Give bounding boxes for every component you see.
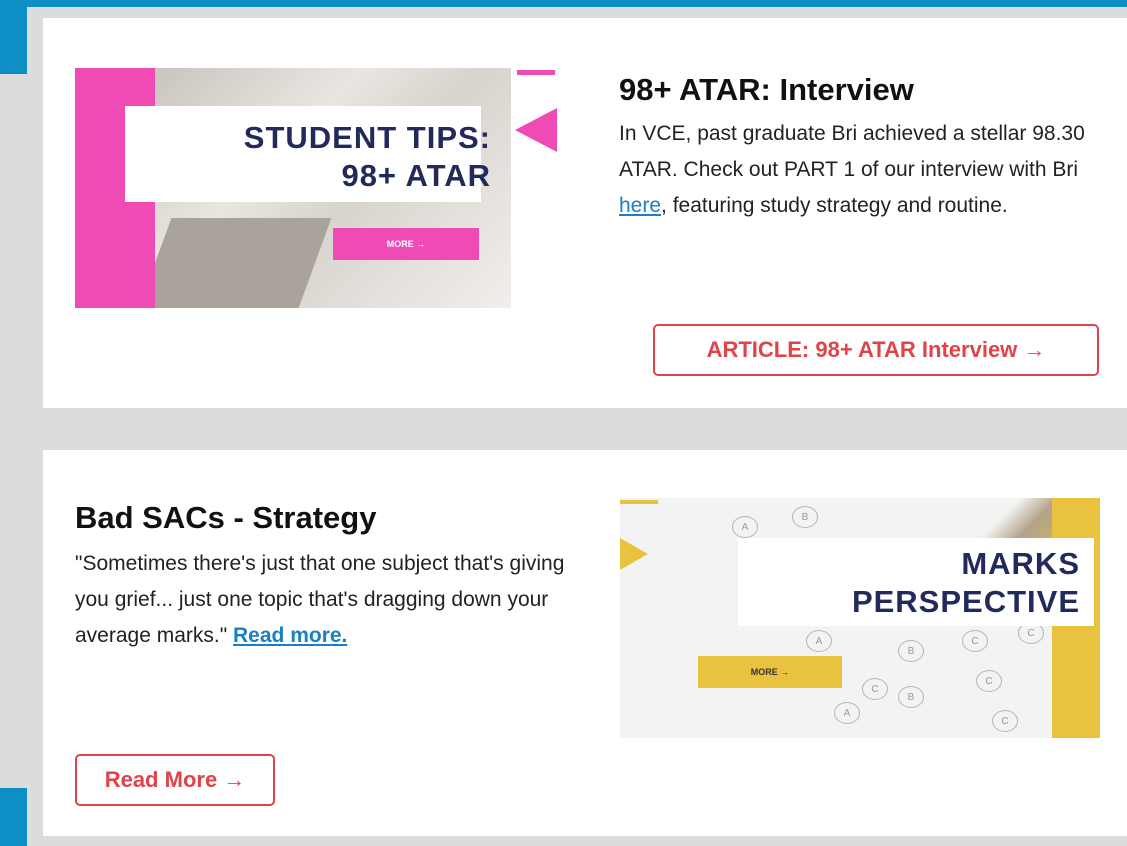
banner-line-2: PERSPECTIVE xyxy=(851,584,1080,619)
pink-arrow-decor-icon xyxy=(515,108,557,152)
banner-line-2: 98+ ATAR xyxy=(341,158,491,193)
answer-bubble-icon: B xyxy=(898,686,924,708)
banner-more-button[interactable]: MORE → xyxy=(698,656,842,688)
yellow-dash-decor xyxy=(620,500,658,504)
read-more-button[interactable]: Read More → xyxy=(75,754,275,806)
pink-dash-decor xyxy=(517,70,555,75)
frame-top-bar xyxy=(0,0,1127,7)
banner-line-1: STUDENT TIPS: xyxy=(243,120,491,155)
student-tips-banner-image[interactable]: STUDENT TIPS: 98+ ATAR MORE → xyxy=(75,68,511,308)
banner-line-1: MARKS xyxy=(961,546,1080,581)
answer-bubble-icon: C xyxy=(862,678,888,700)
answer-bubble-icon: A xyxy=(834,702,860,724)
answer-bubble-icon: B xyxy=(898,640,924,662)
answer-bubble-icon: B xyxy=(792,506,818,528)
article-card-bad-sacs: Bad SACs - Strategy "Sometimes there's j… xyxy=(43,450,1127,836)
read-more-link[interactable]: Read more. xyxy=(233,624,347,647)
banner-decor-shape xyxy=(138,218,332,308)
marks-perspective-banner-image[interactable]: A B A B C C C B C A C MARKS PERSPECTIVE … xyxy=(620,498,1100,738)
answer-bubble-icon: C xyxy=(976,670,1002,692)
here-link[interactable]: here xyxy=(619,194,661,217)
frame-left-accent-bottom xyxy=(0,788,27,846)
banner-more-button[interactable]: MORE → xyxy=(333,228,479,260)
article-title: Bad SACs - Strategy xyxy=(75,500,377,535)
answer-bubble-icon: A xyxy=(732,516,758,538)
answer-bubble-icon: C xyxy=(962,630,988,652)
answer-bubble-icon: A xyxy=(806,630,832,652)
article-summary: In VCE, past graduate Bri achieved a ste… xyxy=(619,116,1109,224)
article-summary: "Sometimes there's just that one subject… xyxy=(75,546,575,654)
article-summary-text: In VCE, past graduate Bri achieved a ste… xyxy=(619,122,1085,181)
yellow-arrow-decor-icon xyxy=(620,538,648,570)
answer-bubble-icon: C xyxy=(992,710,1018,732)
frame-left-accent-top xyxy=(0,0,27,74)
article-summary-text-end: , featuring study strategy and routine. xyxy=(661,194,1008,217)
article-title: 98+ ATAR: Interview xyxy=(619,72,914,107)
article-card-atar-interview: STUDENT TIPS: 98+ ATAR MORE → 98+ ATAR: … xyxy=(43,18,1127,408)
article-cta-button[interactable]: ARTICLE: 98+ ATAR Interview → xyxy=(653,324,1099,376)
